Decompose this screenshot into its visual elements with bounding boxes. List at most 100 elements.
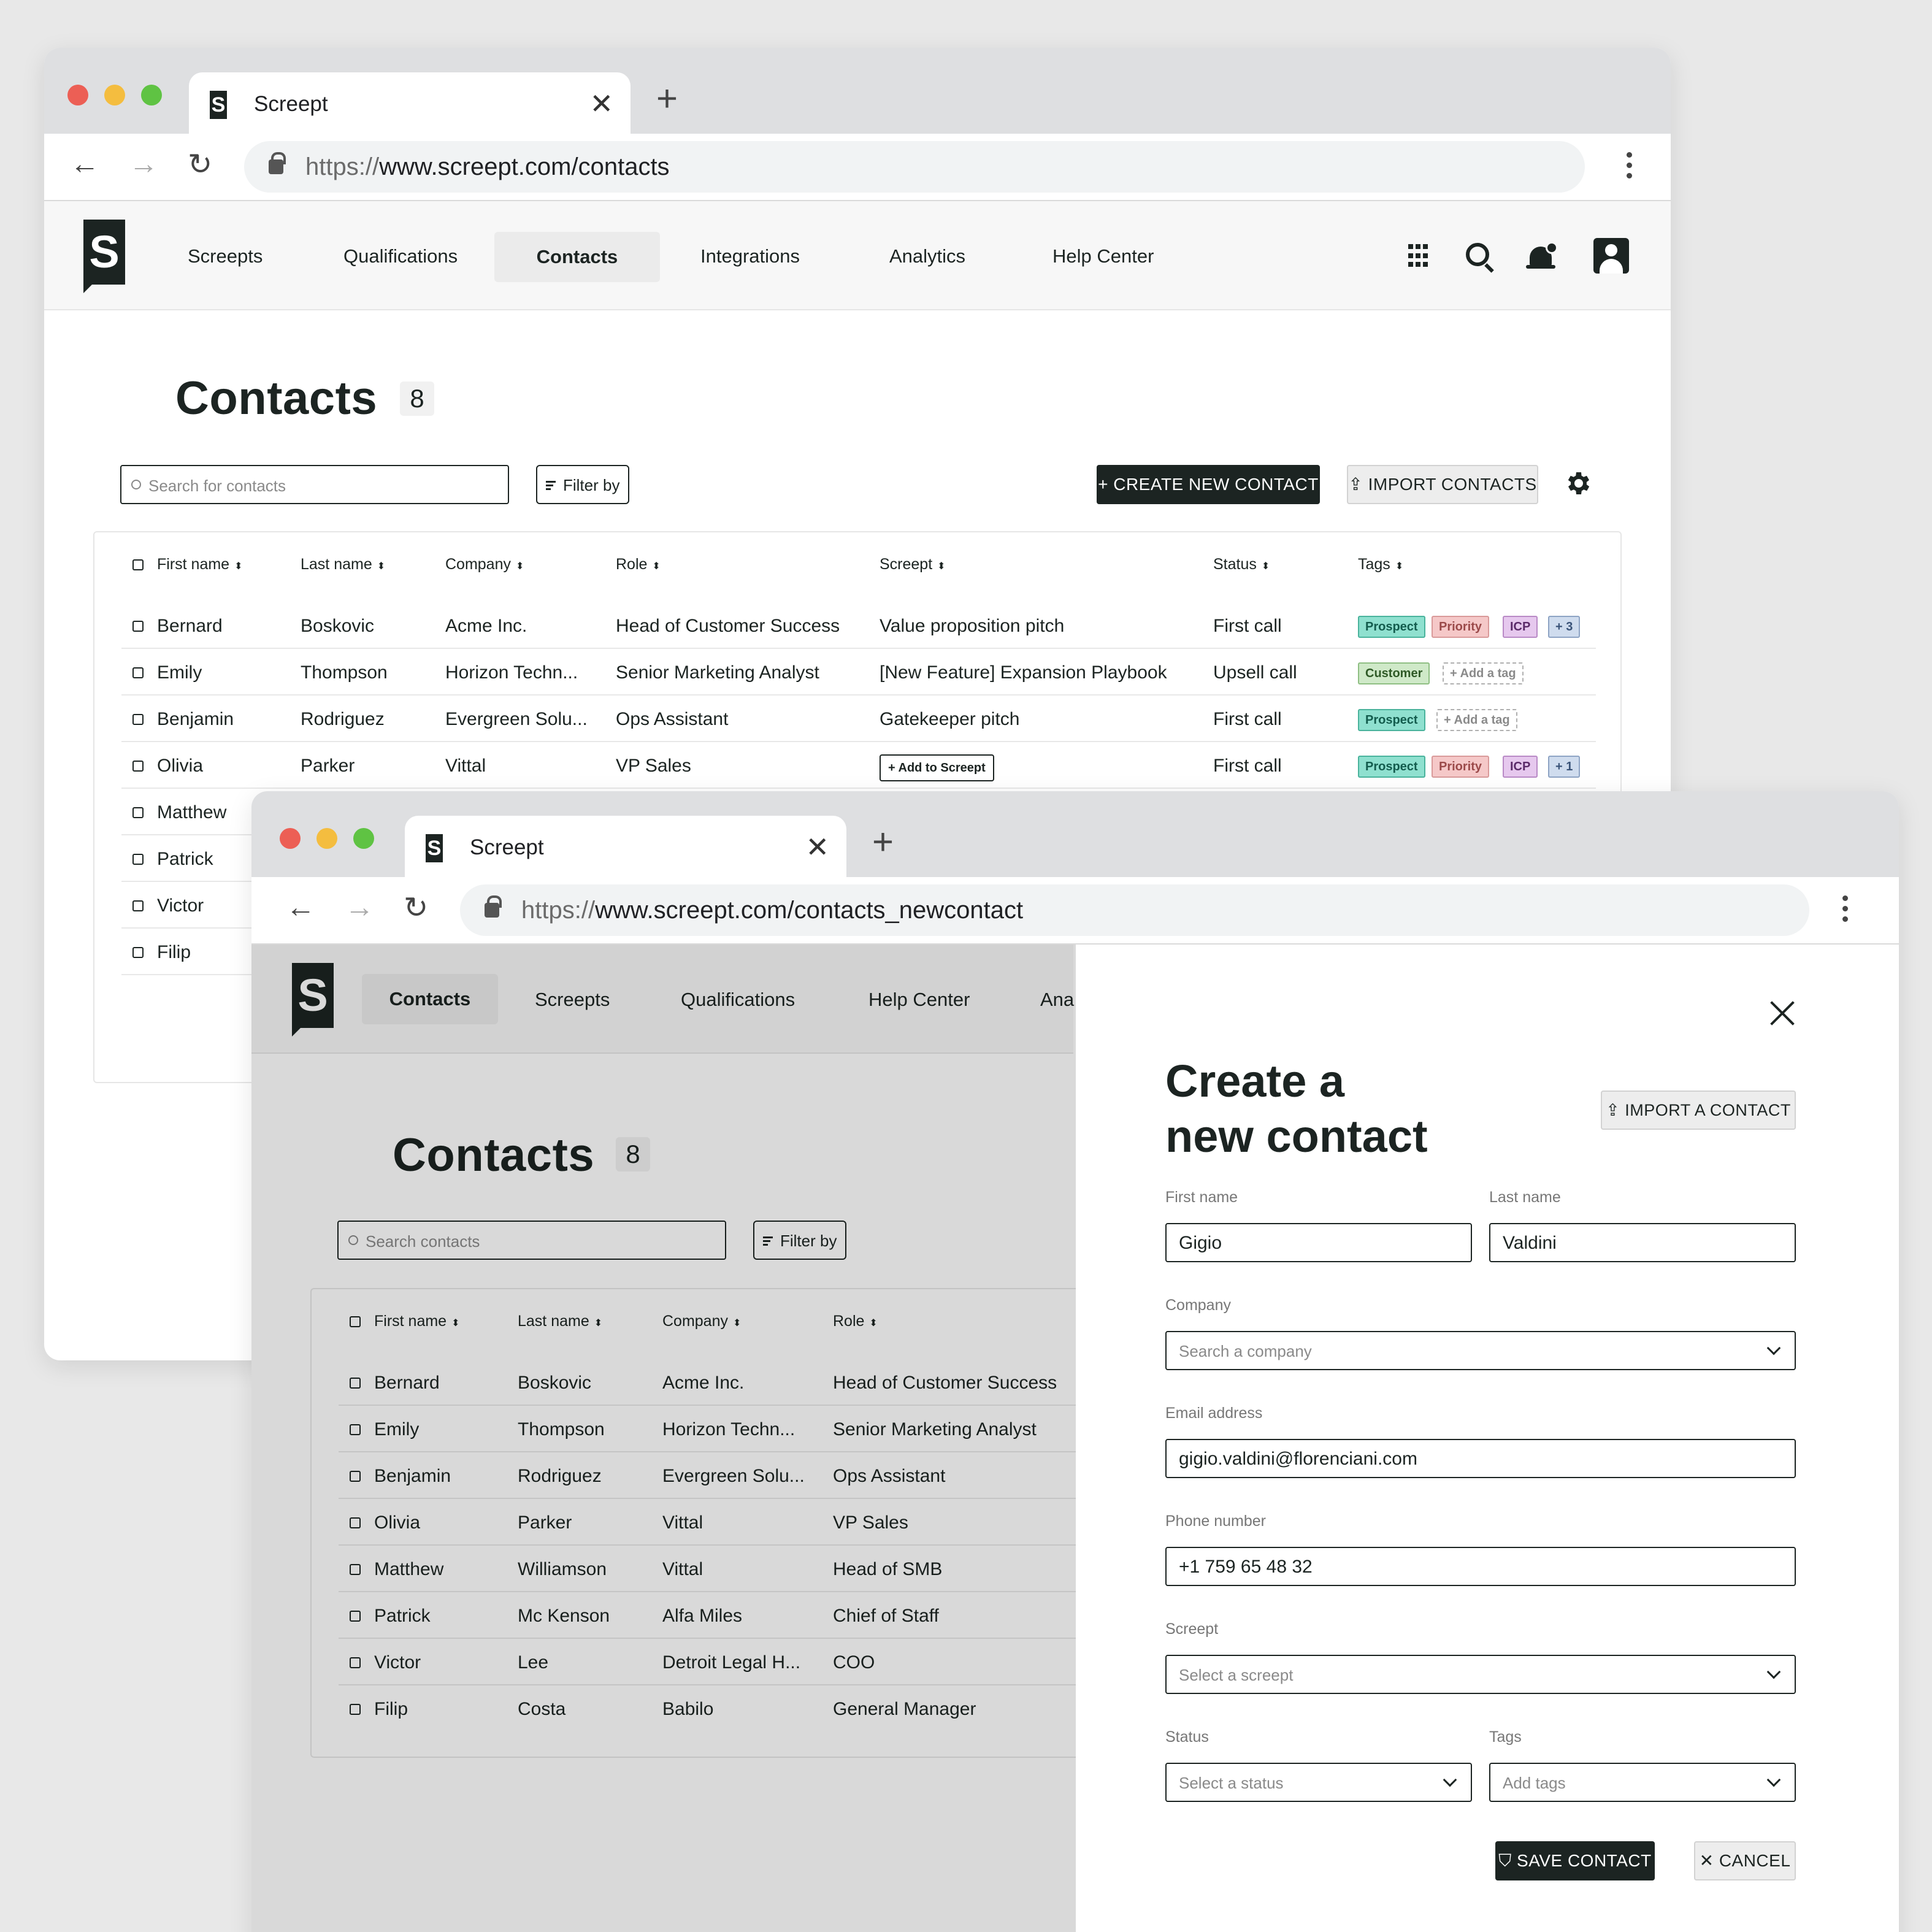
user-avatar-icon[interactable] [1593, 238, 1629, 274]
tag-customer[interactable]: Customer [1358, 662, 1430, 684]
email-field[interactable]: gigio.valdini@florenciani.com [1165, 1439, 1796, 1478]
chevron-down-icon [1443, 1773, 1457, 1787]
url-bar[interactable]: https://www.screept.com/contacts_newcont… [460, 884, 1809, 936]
search-contacts-input[interactable]: Search for contacts [120, 465, 509, 504]
column-header[interactable]: Company ⬍ [445, 556, 524, 573]
row-checkbox[interactable] [132, 761, 144, 772]
back-icon[interactable]: ← [286, 891, 315, 924]
panel-title-line2: new contact [1165, 1111, 1428, 1162]
status-select[interactable]: Select a status [1165, 1763, 1472, 1802]
table-cell: Matthew [157, 802, 227, 822]
maximize-window-button[interactable] [353, 828, 374, 849]
column-header[interactable]: First name ⬍ [157, 556, 243, 573]
screept-label: Screept [1165, 1620, 1219, 1638]
nav-qualifications[interactable]: Qualifications [343, 245, 458, 267]
back-icon[interactable]: ← [70, 147, 99, 181]
tag-priority[interactable]: Priority [1432, 616, 1490, 638]
new-tab-icon[interactable]: + [656, 77, 678, 120]
tag-prospect[interactable]: Prospect [1358, 709, 1425, 731]
settings-gear-icon[interactable] [1564, 469, 1593, 498]
email-label: Email address [1165, 1405, 1263, 1422]
tag-more[interactable]: + 1 [1548, 756, 1581, 778]
nav-help-center[interactable]: Help Center [1052, 245, 1154, 267]
import-a-contact-button[interactable]: ⇪ IMPORT A CONTACT [1601, 1091, 1796, 1130]
notification-bell-icon[interactable] [1526, 242, 1558, 269]
tag-prospect[interactable]: Prospect [1358, 756, 1425, 778]
table-cell: Bernard [157, 616, 223, 636]
company-select[interactable]: Search a company [1165, 1331, 1796, 1370]
tag-more[interactable]: + 3 [1548, 616, 1581, 638]
tag-icp[interactable]: ICP [1503, 616, 1538, 638]
tag-priority[interactable]: Priority [1432, 756, 1490, 778]
close-panel-icon[interactable] [1769, 1000, 1796, 1027]
table-cell[interactable]: Value proposition pitch [880, 616, 1064, 637]
tags-select[interactable]: Add tags [1489, 1763, 1796, 1802]
row-checkbox[interactable] [132, 947, 144, 958]
new-tab-icon[interactable]: + [872, 821, 894, 863]
close-tab-icon[interactable]: ✕ [589, 87, 613, 120]
close-window-button[interactable] [280, 828, 301, 849]
add-to-screept-button[interactable]: + Add to Screept [880, 754, 994, 781]
tag-prospect[interactable]: Prospect [1358, 616, 1425, 638]
add-tag-button[interactable]: + Add a tag [1443, 662, 1524, 684]
modal-backdrop[interactable] [251, 945, 1076, 1932]
tag-icp[interactable]: ICP [1503, 756, 1538, 778]
favicon-icon: S [426, 834, 443, 862]
minimize-window-button[interactable] [316, 828, 337, 849]
first-name-field[interactable]: Gigio [1165, 1223, 1472, 1262]
browser-menu-icon[interactable] [1842, 895, 1849, 927]
create-new-contact-button[interactable]: + CREATE NEW CONTACT [1097, 465, 1320, 504]
minimize-window-button[interactable] [104, 85, 125, 105]
row-checkbox[interactable] [132, 667, 144, 678]
phone-field[interactable]: +1 759 65 48 32 [1165, 1547, 1796, 1586]
row-checkbox[interactable] [132, 900, 144, 911]
apps-grid-icon[interactable] [1408, 244, 1429, 269]
table-cell: Ops Assistant [616, 709, 729, 729]
column-header[interactable]: Screept ⬍ [880, 556, 946, 573]
reload-icon[interactable]: ↻ [404, 891, 428, 925]
row-checkbox[interactable] [132, 807, 144, 818]
browser-tab[interactable]: S Screept ✕ [405, 816, 846, 878]
table-cell: Emily [157, 662, 202, 683]
nav-contacts[interactable]: Contacts [494, 232, 660, 282]
last-name-label: Last name [1489, 1189, 1561, 1206]
browser-tab[interactable]: S Screept ✕ [189, 72, 631, 135]
screept-logo[interactable]: S [83, 220, 125, 293]
row-checkbox[interactable] [132, 621, 144, 632]
table-cell: Senior Marketing Analyst [616, 662, 819, 683]
select-all-checkbox[interactable] [132, 559, 144, 570]
column-header[interactable]: Role ⬍ [616, 556, 661, 573]
row-divider [121, 788, 1596, 789]
browser-menu-icon[interactable] [1627, 152, 1633, 183]
address-bar-row: ← → ↻ https://www.screept.com/contacts [44, 134, 1671, 201]
save-contact-button[interactable]: ⛉ SAVE CONTACT [1495, 1841, 1655, 1880]
panel-title-line1: Create a [1165, 1056, 1345, 1106]
row-checkbox[interactable] [132, 714, 144, 725]
panel-title: Create a new contact [1165, 1054, 1428, 1164]
url-bar[interactable]: https://www.screept.com/contacts [244, 141, 1585, 193]
nav-screepts[interactable]: Screepts [188, 245, 263, 267]
column-header[interactable]: Tags ⬍ [1358, 556, 1403, 573]
table-cell[interactable]: Gatekeeper pitch [880, 709, 1019, 730]
table-cell[interactable]: [New Feature] Expansion Playbook [880, 662, 1167, 683]
screept-select[interactable]: Select a screept [1165, 1655, 1796, 1694]
forward-icon[interactable]: → [129, 147, 158, 181]
search-icon[interactable] [1466, 243, 1489, 266]
nav-analytics[interactable]: Analytics [889, 245, 965, 267]
forward-icon[interactable]: → [345, 891, 374, 924]
column-header[interactable]: Last name ⬍ [301, 556, 385, 573]
last-name-field[interactable]: Valdini [1489, 1223, 1796, 1262]
reload-icon[interactable]: ↻ [188, 147, 212, 182]
tab-strip: S Screept ✕ + [44, 48, 1671, 135]
import-contacts-button[interactable]: ⇪ IMPORT CONTACTS [1347, 465, 1538, 504]
maximize-window-button[interactable] [141, 85, 162, 105]
nav-integrations[interactable]: Integrations [700, 245, 800, 267]
cancel-button[interactable]: ✕ CANCEL [1694, 1841, 1796, 1880]
filter-by-button[interactable]: Filter by [536, 465, 629, 504]
lock-icon [485, 895, 502, 918]
row-checkbox[interactable] [132, 854, 144, 865]
close-window-button[interactable] [67, 85, 88, 105]
column-header[interactable]: Status ⬍ [1213, 556, 1270, 573]
add-tag-button[interactable]: + Add a tag [1436, 709, 1517, 731]
close-tab-icon[interactable]: ✕ [805, 830, 829, 864]
